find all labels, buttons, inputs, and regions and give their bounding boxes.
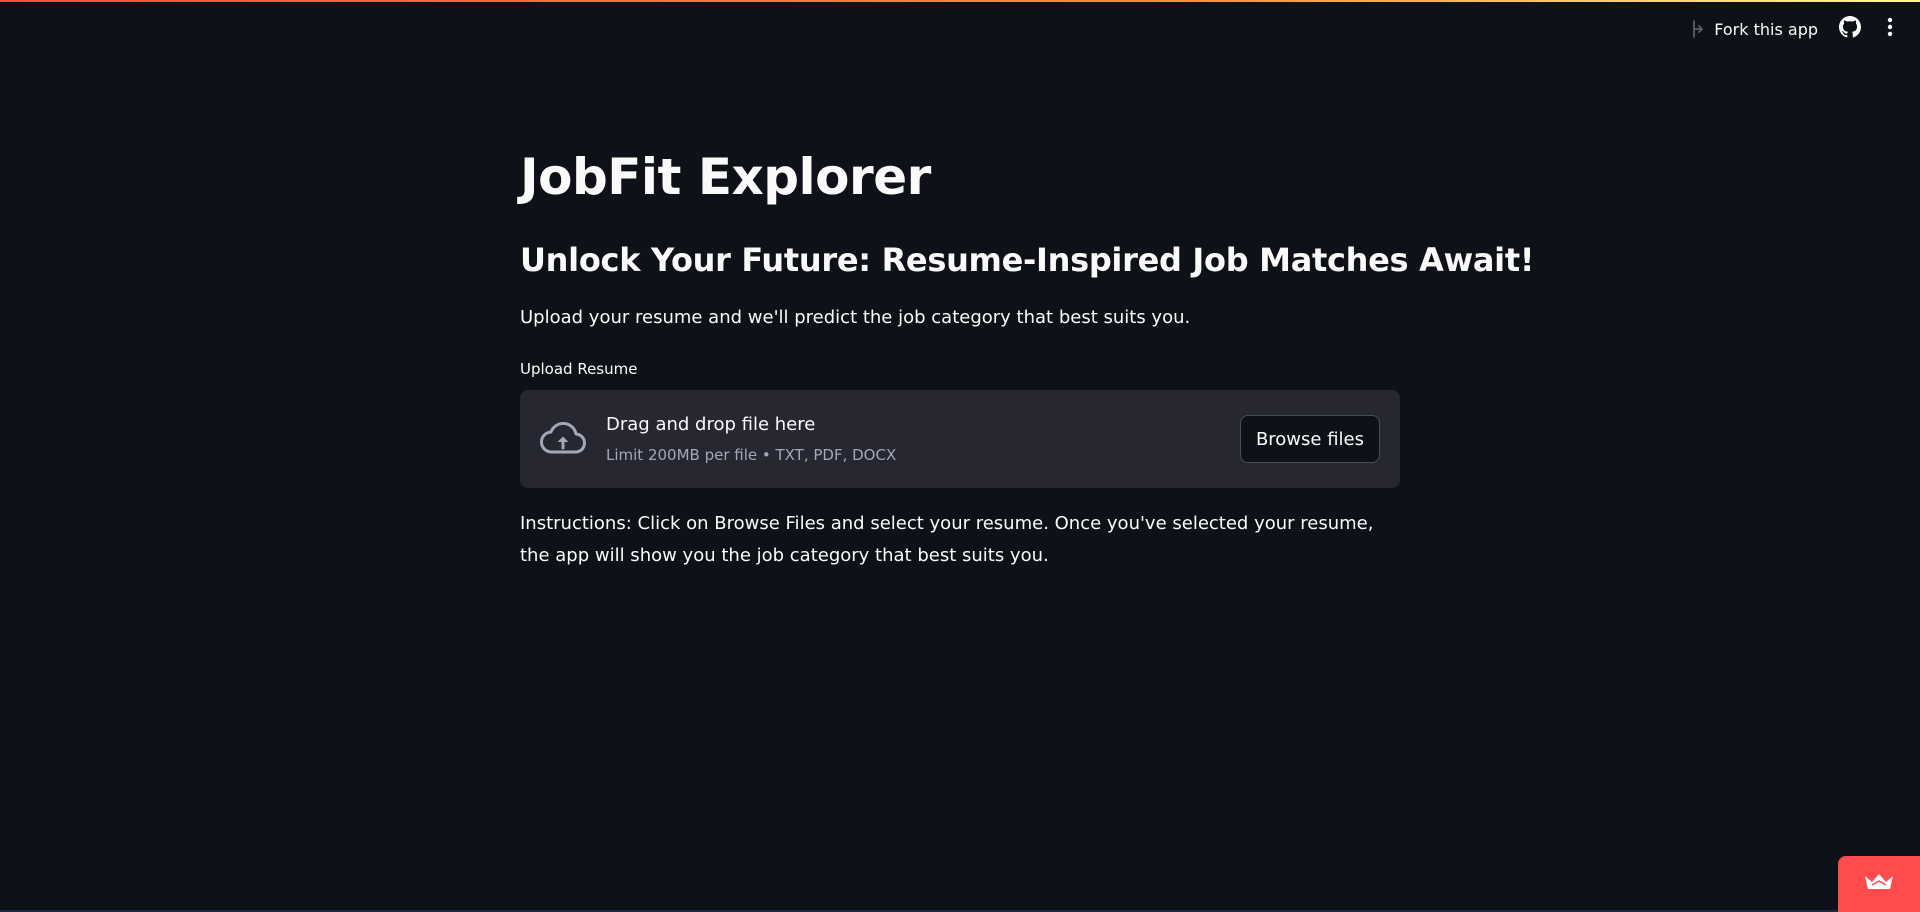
crown-icon <box>1863 872 1895 896</box>
fork-app-label: Fork this app <box>1714 19 1818 39</box>
fork-icon <box>1690 20 1706 38</box>
intro-text: Upload your resume and we'll predict the… <box>520 307 1191 328</box>
kebab-menu-icon <box>1887 17 1893 41</box>
github-icon <box>1839 16 1861 42</box>
github-button[interactable] <box>1830 12 1870 46</box>
fork-app-link[interactable]: Fork this app <box>1678 12 1830 46</box>
dropzone-limit: Limit 200MB per file • TXT, PDF, DOCX <box>606 446 897 464</box>
upload-resume-label: Upload Resume <box>520 360 638 378</box>
page-subtitle: Unlock Your Future: Resume-Inspired Job … <box>520 241 1535 279</box>
top-decoration-bar <box>0 0 1920 2</box>
top-toolbar: Fork this app <box>1678 12 1910 46</box>
streamlit-badge[interactable] <box>1838 856 1920 912</box>
browse-files-button[interactable]: Browse files <box>1239 415 1380 463</box>
instructions-text: Instructions: Click on Browse Files and … <box>520 513 1374 566</box>
page-title: JobFit Explorer <box>520 148 931 206</box>
cloud-upload-icon <box>540 419 586 459</box>
main-menu-button[interactable] <box>1870 12 1910 46</box>
dropzone-title: Drag and drop file here <box>606 414 816 435</box>
file-dropzone[interactable]: Drag and drop file here Limit 200MB per … <box>520 390 1400 488</box>
dropzone-text: Drag and drop file here Limit 200MB per … <box>606 410 1240 468</box>
